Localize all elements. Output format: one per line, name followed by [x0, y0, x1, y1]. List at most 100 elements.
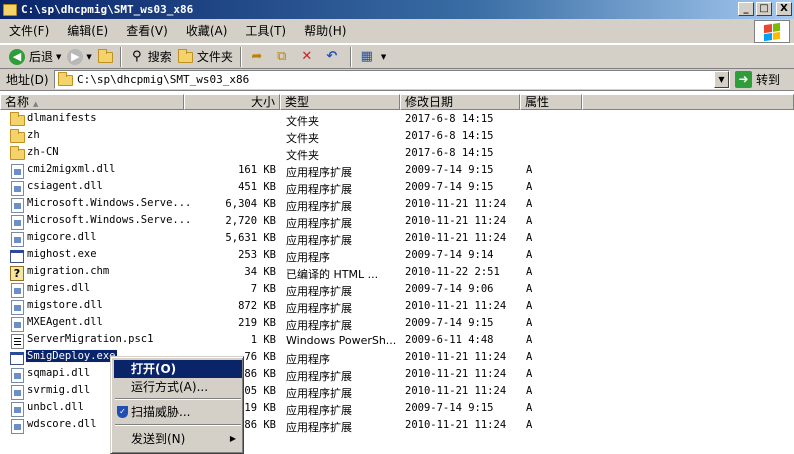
menu-help[interactable]: 帮助(H)	[295, 21, 355, 41]
file-attributes: A	[526, 164, 533, 176]
column-name[interactable]: 名称 ▲	[0, 94, 184, 110]
file-name: Microsoft.Windows.Serve...	[27, 214, 192, 226]
file-attributes: A	[526, 283, 533, 295]
column-attributes[interactable]: 属性	[520, 94, 582, 110]
file-name: unbcl.dll	[27, 401, 84, 413]
file-size: 34 KB	[244, 266, 276, 278]
search-button[interactable]: ⚲ 搜索	[126, 46, 175, 68]
file-size: 253 KB	[238, 249, 276, 261]
minimize-button[interactable]: _	[738, 2, 754, 16]
menu-tools[interactable]: 工具(T)	[236, 21, 295, 41]
table-row[interactable]: MXEAgent.dll 219 KB 应用程序扩展 2009-7-14 9:15 A	[0, 315, 794, 332]
go-button[interactable]: ➜ 转到	[735, 70, 780, 89]
file-attributes: A	[526, 385, 533, 397]
file-type: Windows PowerSh...	[286, 334, 397, 347]
sort-ascending-icon: ▲	[33, 100, 39, 108]
file-modified: 2010-11-21 11:24	[405, 232, 507, 244]
table-row[interactable]: cmi2migxml.dll 161 KB 应用程序扩展 2009-7-14 9:15…	[0, 162, 794, 179]
table-row[interactable]: mighost.exe 253 KB 应用程序 2009-7-14 9:14 A	[0, 247, 794, 264]
shield-icon: ✓	[117, 406, 128, 418]
file-modified: 2009-7-14 9:15	[405, 317, 494, 329]
back-button[interactable]: ◀ 后退 ▼	[6, 46, 64, 68]
back-arrow-icon: ◀	[9, 48, 25, 65]
undo-button[interactable]: ↶	[321, 46, 346, 68]
address-path: C:\sp\dhcpmig\SMT_ws03_x86	[77, 73, 250, 86]
table-row[interactable]: migcore.dll 5,631 KB 应用程序扩展 2010-11-21 11:2…	[0, 230, 794, 247]
table-row[interactable]: zh 文件夹 2017-6-8 14:15	[0, 128, 794, 145]
context-open[interactable]: 打开(O)	[114, 360, 242, 378]
file-name: dlmanifests	[27, 112, 97, 124]
script-file-icon	[9, 333, 25, 349]
column-type[interactable]: 类型	[280, 94, 400, 110]
table-row[interactable]: Microsoft.Windows.Serve... 2,720 KB 应用程序扩展…	[0, 213, 794, 230]
menu-favorites[interactable]: 收藏(A)	[177, 21, 237, 41]
help-file-icon: ?	[9, 265, 25, 281]
table-row[interactable]: ServerMigration.psc1 1 KB Windows PowerSh.…	[0, 332, 794, 349]
column-modified[interactable]: 修改日期	[400, 94, 520, 110]
move-to-button[interactable]: ➦	[246, 46, 271, 68]
file-type: 应用程序扩展	[286, 302, 352, 315]
table-row[interactable]: Microsoft.Windows.Serve... 6,304 KB 应用程序扩展…	[0, 196, 794, 213]
file-type: 应用程序扩展	[286, 404, 352, 417]
file-name: zh	[27, 129, 40, 141]
address-dropdown-button[interactable]: ▼	[714, 71, 729, 88]
file-size: 219 KB	[238, 317, 276, 329]
toolbar-separator	[119, 46, 122, 67]
file-size: 1 KB	[250, 334, 276, 346]
chevron-down-icon[interactable]: ▼	[86, 53, 91, 61]
chevron-down-icon[interactable]: ▼	[381, 53, 386, 61]
table-row[interactable]: ? migration.chm 34 KB 已编译的 HTML ... 2010-11-…	[0, 264, 794, 281]
folders-icon	[177, 48, 193, 63]
up-folder-icon	[97, 48, 113, 63]
context-scan[interactable]: ✓ 扫描威胁...	[114, 403, 242, 421]
copy-to-button[interactable]: ⧉	[271, 46, 296, 68]
file-modified: 2009-7-14 9:15	[405, 402, 494, 414]
address-label: 地址(D)	[6, 73, 49, 87]
folders-button[interactable]: 文件夹	[175, 46, 236, 68]
file-name: csiagent.dll	[27, 180, 103, 192]
table-row[interactable]: zh-CN 文件夹 2017-6-8 14:15	[0, 145, 794, 162]
forward-button[interactable]: ▶ ▼	[64, 46, 94, 68]
menu-bar: 文件(F) 编辑(E) 查看(V) 收藏(A) 工具(T) 帮助(H)	[0, 19, 794, 44]
file-attributes: A	[526, 419, 533, 431]
file-type: 应用程序扩展	[286, 370, 352, 383]
chevron-down-icon[interactable]: ▼	[56, 53, 61, 61]
column-size[interactable]: 大小	[184, 94, 280, 110]
file-modified: 2010-11-21 11:24	[405, 198, 507, 210]
toolbar-separator	[239, 46, 242, 67]
file-attributes: A	[526, 317, 533, 329]
dll-file-icon	[9, 163, 25, 179]
file-modified: 2010-11-21 11:24	[405, 385, 507, 397]
table-row[interactable]: migstore.dll 872 KB 应用程序扩展 2010-11-21 11:24…	[0, 298, 794, 315]
folder-icon	[9, 146, 25, 162]
column-modified-label: 修改日期	[405, 95, 454, 109]
title-bar: C:\sp\dhcpmig\SMT_ws03_x86 _ □ X	[0, 0, 794, 19]
folder-icon	[58, 71, 73, 86]
file-name: migstore.dll	[27, 299, 103, 311]
delete-button[interactable]: ✕	[296, 46, 321, 68]
menu-view[interactable]: 查看(V)	[117, 21, 177, 41]
table-row[interactable]: csiagent.dll 451 KB 应用程序扩展 2009-7-14 9:15 A	[0, 179, 794, 196]
file-modified: 2010-11-21 11:24	[405, 368, 507, 380]
file-modified: 2010-11-21 11:24	[405, 215, 507, 227]
table-row[interactable]: dlmanifests 文件夹 2017-6-8 14:15	[0, 111, 794, 128]
folder-icon	[9, 129, 25, 145]
address-input[interactable]: C:\sp\dhcpmig\SMT_ws03_x86 ▼	[54, 70, 730, 89]
views-button[interactable]: ▦ ▼	[356, 46, 389, 68]
file-type: 应用程序	[286, 251, 330, 264]
search-label: 搜索	[147, 50, 172, 64]
context-run-as[interactable]: 运行方式(A)...	[114, 378, 242, 396]
file-name: zh-CN	[27, 146, 59, 158]
search-icon: ⚲	[132, 49, 142, 64]
menu-file[interactable]: 文件(F)	[0, 21, 58, 41]
file-attributes: A	[526, 266, 533, 278]
dll-file-icon	[9, 180, 25, 196]
context-send-to[interactable]: 发送到(N) ▶	[114, 430, 242, 448]
maximize-button[interactable]: □	[756, 2, 772, 16]
file-size: 451 KB	[238, 181, 276, 193]
close-button[interactable]: X	[776, 2, 792, 16]
menu-edit[interactable]: 编辑(E)	[58, 21, 117, 41]
move-to-icon: ➦	[251, 49, 263, 64]
up-folder-button[interactable]	[95, 46, 116, 68]
table-row[interactable]: migres.dll 7 KB 应用程序扩展 2009-7-14 9:06 A	[0, 281, 794, 298]
